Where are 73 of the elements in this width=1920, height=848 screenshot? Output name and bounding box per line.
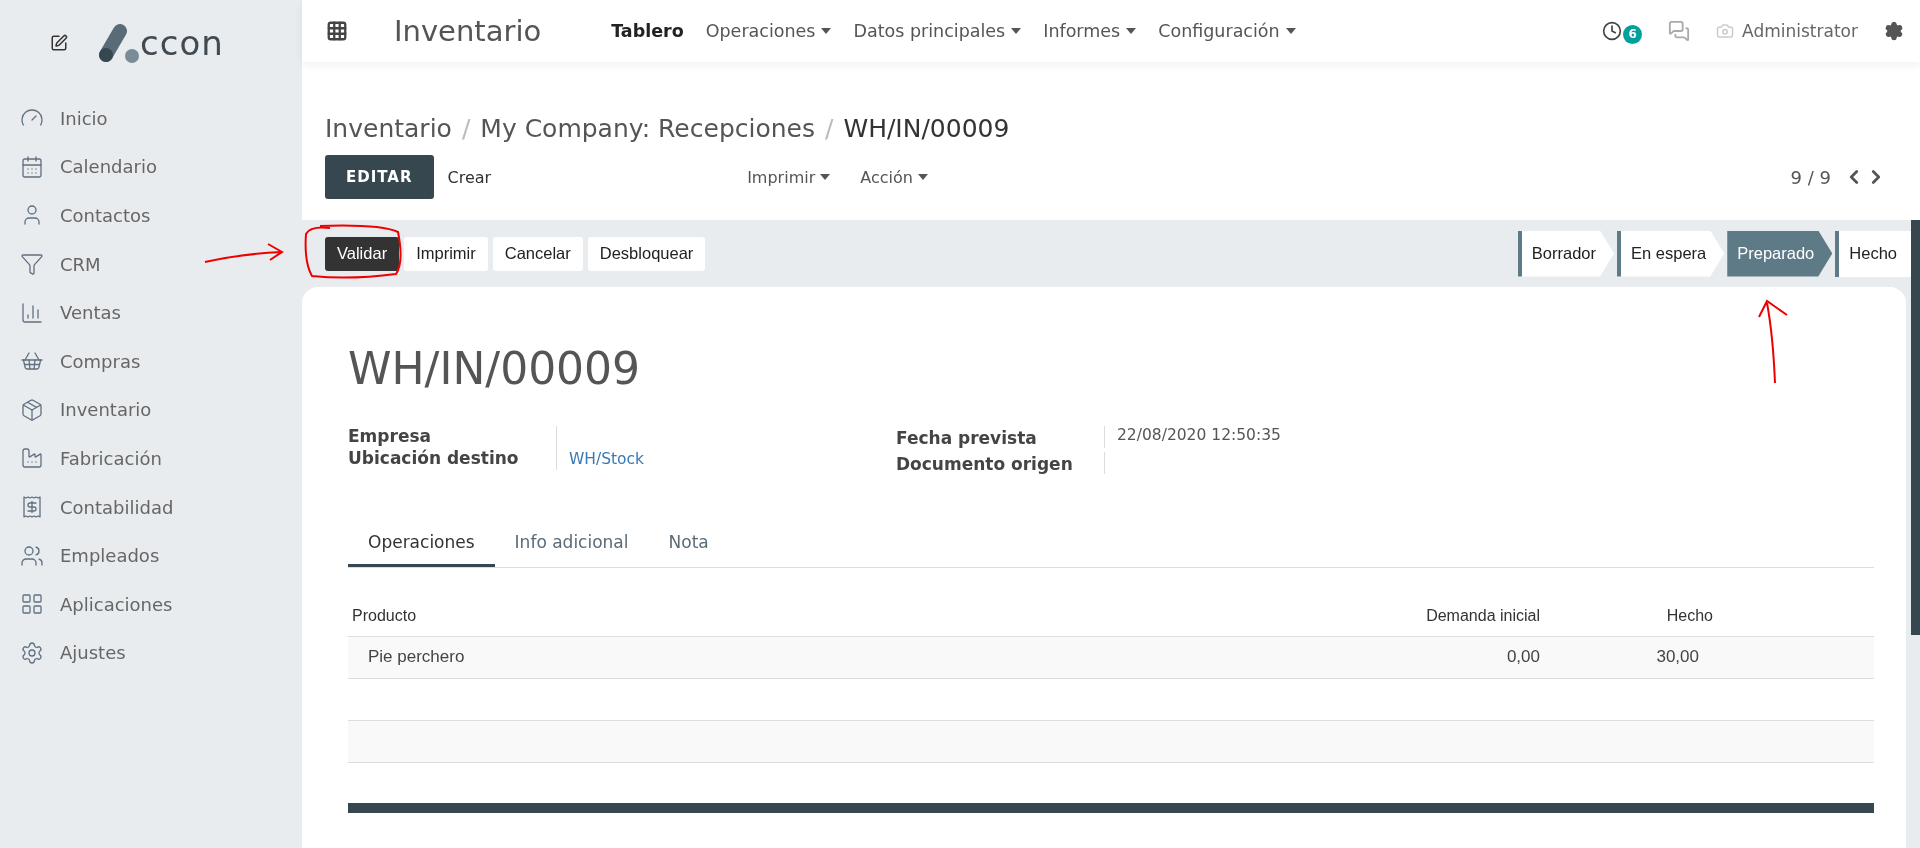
create-button[interactable]: Crear [441, 166, 498, 188]
table-cell-text: 0,00 [1505, 647, 1540, 668]
action-button[interactable]: Validar [325, 236, 400, 271]
count-badge: 6 [1623, 24, 1643, 44]
calendar-icon [20, 154, 44, 179]
edit-icon[interactable] [50, 34, 68, 52]
menu-item[interactable]: Operaciones [705, 21, 832, 41]
record-title: WH/IN/00009 [348, 343, 641, 396]
caret-icon [1011, 28, 1022, 34]
action-button[interactable]: Cancelar [492, 236, 583, 271]
sidebar-item[interactable]: Aplicaciones [0, 579, 302, 629]
pager-text: 9 / 9 [1790, 166, 1831, 188]
status-stage[interactable]: En espera [1617, 230, 1725, 277]
menu-item[interactable]: Informes [1043, 21, 1137, 41]
sidebar-item[interactable]: Inicio [0, 94, 302, 143]
logo-text: ccon [140, 23, 224, 63]
avatar-icon [1716, 22, 1735, 40]
caret-icon [1126, 28, 1137, 34]
dropdown-menu[interactable]: Imprimir [747, 167, 831, 187]
clock-icon[interactable] [1602, 21, 1623, 41]
status-stage[interactable]: Borrador [1517, 230, 1614, 277]
menu-item[interactable]: Configuración [1158, 21, 1296, 41]
breadcrumb-separator: / [825, 114, 834, 143]
sidebar-item[interactable]: Ajustes [0, 628, 302, 678]
menu-item[interactable]: Tablero [611, 21, 684, 41]
caret-icon [917, 174, 928, 180]
funnel-icon [20, 252, 44, 277]
column-header: Demanda inicial [1425, 606, 1540, 625]
dropdown-menu[interactable]: Acción [860, 167, 928, 187]
people-icon [20, 543, 44, 568]
caret-icon [820, 174, 831, 180]
sidebar-item[interactable]: Empleados [0, 531, 302, 580]
breadcrumb-item[interactable]: My Company: Recepciones [480, 114, 815, 143]
action-button[interactable]: Imprimir [404, 236, 488, 271]
sidebar-item[interactable]: Compras [0, 336, 302, 386]
sidebar-item[interactable]: Contactos [0, 191, 302, 240]
app-title: Inventario [394, 14, 542, 48]
field-label: Fecha prevista [896, 426, 1038, 448]
sidebar-item[interactable]: Calendario [0, 142, 302, 192]
table-cell-text: 30,00 [1655, 647, 1700, 668]
tab[interactable]: Info adicional [494, 519, 649, 567]
caret-icon [821, 28, 832, 34]
sidebar-item[interactable]: Inventario [0, 385, 302, 435]
apps-menu-icon[interactable] [326, 20, 348, 42]
tab[interactable]: Nota [648, 519, 729, 567]
edit-button[interactable]: EDITAR [325, 155, 434, 199]
grid-icon [20, 592, 44, 617]
sidebar-item[interactable]: Ventas [0, 288, 302, 337]
table-cell-text: Pie perchero [368, 647, 466, 668]
breadcrumb-separator: / [461, 114, 471, 143]
gear-icon [20, 640, 44, 665]
action-button[interactable]: Desbloquear [587, 236, 706, 271]
receipt-icon [20, 495, 44, 520]
field-label: Ubicación destino [348, 447, 520, 470]
field-label: Documento origen [896, 452, 1074, 474]
menu-item[interactable]: Datos principales [853, 21, 1022, 41]
sidebar-item[interactable]: Fabricación [0, 434, 302, 483]
breadcrumb-item[interactable]: Inventario [325, 114, 452, 143]
caret-icon [1285, 28, 1296, 34]
column-header: Hecho [1665, 606, 1714, 625]
column-header: Producto [352, 606, 418, 625]
factory-icon [20, 446, 44, 471]
status-stage[interactable]: Preparado [1727, 230, 1833, 277]
settings-icon[interactable] [1884, 21, 1904, 41]
sidebar-item[interactable]: Contabilidad [0, 482, 302, 532]
date-value: 22/08/2020 12:50:35 [1104, 425, 1874, 448]
box-icon [20, 397, 44, 422]
location-link[interactable]: WH/Stock [556, 447, 896, 470]
field-label: Empresa [348, 425, 432, 448]
tab[interactable]: Operaciones [348, 519, 495, 567]
breadcrumb-item: WH/IN/00009 [843, 114, 1010, 143]
sidebar-item[interactable]: CRM [0, 239, 302, 289]
user-name[interactable]: Administrator [1742, 21, 1858, 41]
